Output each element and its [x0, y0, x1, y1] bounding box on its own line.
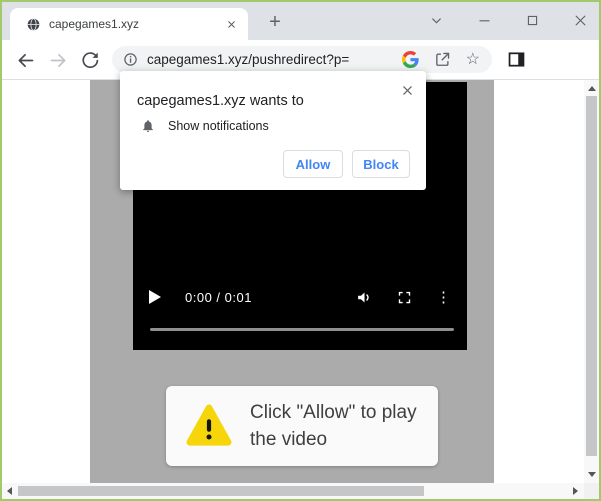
browser-window: capegames1.xyz +	[0, 0, 601, 501]
video-progress-bar[interactable]	[150, 328, 454, 331]
allow-warning-box: Click "Allow" to play the video	[166, 386, 438, 466]
play-icon[interactable]	[149, 290, 161, 304]
minimize-icon[interactable]	[474, 10, 494, 30]
tab-title: capegames1.xyz	[49, 17, 222, 31]
vertical-scrollbar[interactable]	[584, 80, 599, 483]
scroll-up-icon[interactable]	[588, 86, 596, 91]
tab-close-icon[interactable]	[222, 15, 240, 33]
dialog-permission-label: Show notifications	[168, 119, 269, 133]
fullscreen-icon[interactable]	[397, 290, 412, 305]
video-time: 0:00 / 0:01	[185, 290, 252, 305]
reload-icon[interactable]	[79, 49, 101, 71]
tab-search-chevron-icon[interactable]	[426, 10, 446, 30]
volume-icon[interactable]	[356, 289, 373, 306]
vertical-scrollbar-thumb[interactable]	[586, 96, 597, 456]
scrollbar-corner	[584, 483, 599, 499]
notification-permission-dialog: capegames1.xyz wants to Show notificatio…	[120, 71, 426, 190]
scroll-right-icon[interactable]	[573, 487, 578, 495]
allow-button[interactable]: Allow	[283, 150, 343, 178]
google-g-icon[interactable]	[402, 51, 419, 68]
scroll-down-icon[interactable]	[588, 472, 596, 477]
dialog-title: capegames1.xyz wants to	[137, 93, 304, 109]
close-window-icon[interactable]	[570, 10, 590, 30]
scroll-left-icon[interactable]	[7, 487, 12, 495]
bookmark-star-icon[interactable]: ☆	[466, 52, 480, 68]
url-text[interactable]: capegames1.xyz/pushredirect?p=	[147, 52, 349, 67]
video-controls: 0:00 / 0:01 ⋮	[133, 284, 467, 310]
share-icon[interactable]	[434, 51, 451, 68]
horizontal-scrollbar[interactable]	[2, 483, 584, 499]
maximize-icon[interactable]	[522, 10, 542, 30]
block-button[interactable]: Block	[352, 150, 410, 178]
horizontal-scrollbar-thumb[interactable]	[18, 486, 424, 496]
tab-strip: capegames1.xyz +	[2, 2, 599, 40]
globe-favicon-icon	[26, 17, 41, 32]
site-info-icon[interactable]	[123, 52, 138, 67]
side-panel-icon[interactable]	[505, 48, 527, 70]
warning-message: Click "Allow" to play the video	[250, 399, 424, 453]
back-icon[interactable]	[14, 49, 36, 71]
bell-icon	[141, 119, 155, 133]
video-menu-icon[interactable]: ⋮	[436, 290, 451, 305]
tab-capegames[interactable]: capegames1.xyz	[10, 8, 248, 40]
address-bar[interactable]: capegames1.xyz/pushredirect?p= ☆	[112, 46, 492, 73]
dialog-close-icon[interactable]	[399, 82, 415, 98]
forward-icon	[47, 49, 69, 71]
new-tab-button[interactable]: +	[262, 10, 288, 34]
warning-triangle-icon	[186, 404, 232, 448]
window-controls	[426, 9, 590, 31]
